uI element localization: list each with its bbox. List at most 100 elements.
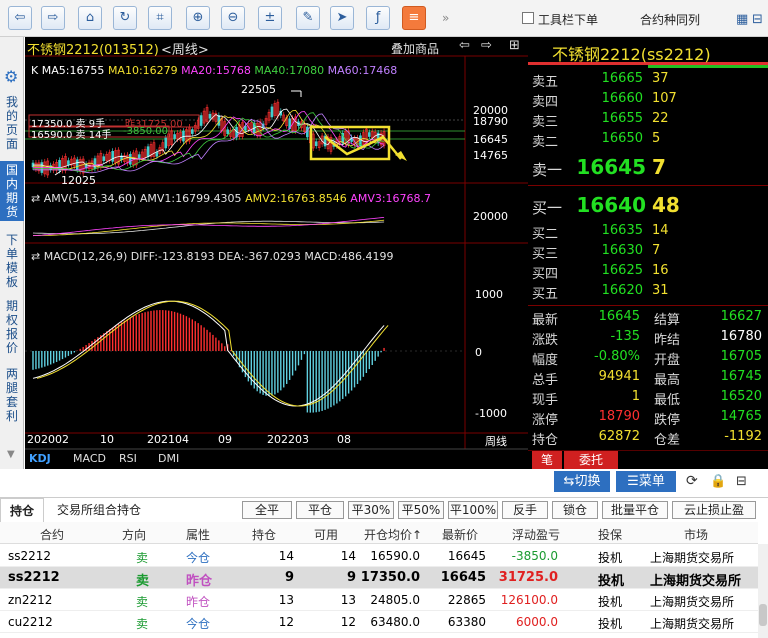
ask-row-5[interactable]: 卖五 16665 37: [528, 71, 768, 91]
nav-option-quote[interactable]: 期权报价: [3, 299, 21, 355]
stat-value: 16780: [720, 329, 762, 344]
close-30-button[interactable]: 平30%: [348, 501, 394, 519]
same-variety-label[interactable]: 合约种同列: [640, 11, 700, 28]
table-row[interactable]: ss2212 卖 今仓 14 14 16590.0 16645 -3850.0 投机 上海期货交易…: [0, 545, 758, 567]
window-icon[interactable]: ⊟: [736, 474, 747, 489]
close-all-button[interactable]: 全平: [242, 501, 292, 519]
nav-order-template[interactable]: 下单模板: [3, 233, 21, 289]
col-pnl[interactable]: 浮动盈亏: [512, 526, 560, 543]
indicator-tab-rsi[interactable]: RSI: [119, 452, 137, 465]
close-100-button[interactable]: 平100%: [448, 501, 498, 519]
tab-positions[interactable]: 持仓: [0, 498, 44, 522]
ask-row-3[interactable]: 卖三 16655 22: [528, 111, 768, 131]
table-scrollbar[interactable]: [758, 544, 768, 638]
menu-list-icon[interactable]: ≡: [402, 6, 426, 30]
nav-two-leg-arbitrage[interactable]: 两腿套利: [3, 367, 21, 423]
bid-row-2[interactable]: 买二 16635 14: [528, 223, 768, 243]
col-contract[interactable]: 合约: [40, 526, 64, 543]
col-market[interactable]: 市场: [684, 526, 708, 543]
settings-gear-icon[interactable]: ⚙: [4, 67, 18, 86]
ask-row-4[interactable]: 卖四 16660 107: [528, 91, 768, 111]
reverse-button[interactable]: 反手: [502, 501, 548, 519]
nav-collapse-icon[interactable]: ▼: [7, 449, 15, 460]
pen-icon[interactable]: ✎: [296, 6, 320, 30]
zoom-in-icon[interactable]: ⊕: [186, 6, 210, 30]
amv-switch-icon[interactable]: ⇄: [31, 192, 40, 205]
position-toolbar: 持仓 交易所组合持仓 全平 平仓 平30% 平50% 平100% 反手 锁仓 批…: [0, 497, 768, 522]
batch-close-button[interactable]: 批量平仓: [602, 501, 668, 519]
cell-pnl: 31725.0: [498, 570, 558, 585]
col-attribute[interactable]: 属性: [186, 526, 210, 543]
cell-last: 63380: [447, 615, 486, 629]
bid-row-5[interactable]: 买五 16620 31: [528, 283, 768, 303]
bid-row-4[interactable]: 买四 16625 16: [528, 263, 768, 283]
menu-button[interactable]: ☰菜单: [616, 471, 676, 492]
col-available[interactable]: 可用: [314, 526, 338, 543]
cell-avg: 17350.0: [360, 570, 420, 585]
overlay-commodity-button[interactable]: 叠加商品: [391, 40, 439, 57]
tab-exchange-combo[interactable]: 交易所组合持仓: [52, 498, 146, 522]
candle-body: [208, 113, 212, 119]
switch-button[interactable]: ⇆切换: [554, 471, 610, 492]
col-last-price[interactable]: 最新价: [442, 526, 478, 543]
position-label-2-pnl: -3850.00: [123, 126, 168, 137]
stat-label: 最低: [654, 393, 681, 408]
indicator-tab-macd[interactable]: MACD: [73, 452, 106, 465]
more-toolbar-icon[interactable]: »: [442, 11, 449, 25]
lock-icon[interactable]: 🔒: [710, 474, 726, 489]
col-hedge[interactable]: 投保: [598, 526, 622, 543]
cell-dir: 卖: [136, 595, 149, 609]
ask-row-1[interactable]: 卖一 16645 7: [528, 155, 768, 181]
candle-body: [111, 151, 114, 162]
bid-row-1[interactable]: 买一 16640 48: [528, 193, 768, 219]
back-icon[interactable]: ⇦: [8, 6, 32, 30]
scrollbar-thumb[interactable]: [759, 604, 767, 626]
ask-row-2[interactable]: 卖二 16650 5: [528, 131, 768, 151]
layout-icon[interactable]: ⊞: [509, 38, 520, 53]
forward-icon[interactable]: ⇨: [41, 6, 65, 30]
indicator-tab-kdj[interactable]: KDJ: [29, 452, 51, 465]
calculator-icon[interactable]: ±: [258, 6, 282, 30]
macd-switch-icon[interactable]: ⇄: [31, 250, 40, 263]
crop-icon[interactable]: ⌗: [148, 6, 172, 30]
refresh-icon[interactable]: ↻: [113, 6, 137, 30]
lock-position-button[interactable]: 锁仓: [552, 501, 598, 519]
cursor-icon[interactable]: ➤: [330, 6, 354, 30]
cell-avg: 63480.0: [370, 615, 420, 629]
tab-order[interactable]: 委托: [564, 451, 618, 469]
quote-stat-row: 最新 16645 结算 16627: [528, 309, 768, 329]
cell-last: 22865: [447, 593, 486, 607]
axis-main-2: 16645: [473, 133, 508, 146]
cloud-stop-button[interactable]: 云止损止盈: [672, 501, 756, 519]
nav-my-page[interactable]: 我的页面: [3, 95, 21, 151]
tab-tick[interactable]: 笔: [532, 451, 562, 469]
minus-icon[interactable]: ⊟: [752, 12, 763, 27]
kline-chart-panel[interactable]: 不锈钢2212(013512) <周线> 叠加商品 ⇦ ⇨ ⊞ K MA5:16…: [25, 37, 528, 469]
next-arrow-icon[interactable]: ⇨: [481, 38, 492, 53]
col-direction[interactable]: 方向: [122, 526, 146, 543]
table-row[interactable]: zn2212 卖 昨仓 13 13 24805.0 22865 126100.0 投机 上海期货交…: [0, 589, 758, 611]
amv1: AMV1:16799.4305: [139, 192, 242, 205]
bid-row-3[interactable]: 买三 16630 7: [528, 243, 768, 263]
grid-icon[interactable]: ▦: [736, 12, 748, 27]
prev-arrow-icon[interactable]: ⇦: [459, 38, 470, 53]
macd-dea-line: [36, 300, 389, 407]
nav-domestic-futures[interactable]: 国内期货: [0, 161, 24, 221]
refresh-positions-icon[interactable]: ⟳: [686, 473, 698, 489]
home-icon[interactable]: ⌂: [78, 6, 102, 30]
col-hold[interactable]: 持仓: [252, 526, 276, 543]
table-row[interactable]: cu2212 卖 今仓 12 12 63480.0 63380 6000.0 投机 上海期货交易所: [0, 611, 758, 633]
table-row[interactable]: ss2212 卖 昨仓 9 9 17350.0 16645 31725.0 投机 上海期货交易所: [0, 567, 758, 589]
col-avg-price[interactable]: 开仓均价↑: [364, 526, 422, 543]
chart-period[interactable]: <周线>: [161, 39, 209, 58]
candle-body: [146, 146, 150, 157]
candle-body: [137, 154, 141, 159]
close-50-button[interactable]: 平50%: [398, 501, 444, 519]
x-label-4: 202203: [267, 433, 309, 446]
stat-value: -0.80%: [594, 349, 640, 364]
indicator-tab-dmi[interactable]: DMI: [158, 452, 179, 465]
close-button[interactable]: 平仓: [296, 501, 344, 519]
zoom-out-icon[interactable]: ⊖: [221, 6, 245, 30]
toolbar-order-checkbox[interactable]: [522, 12, 534, 24]
formula-icon[interactable]: ƒ: [366, 6, 390, 30]
